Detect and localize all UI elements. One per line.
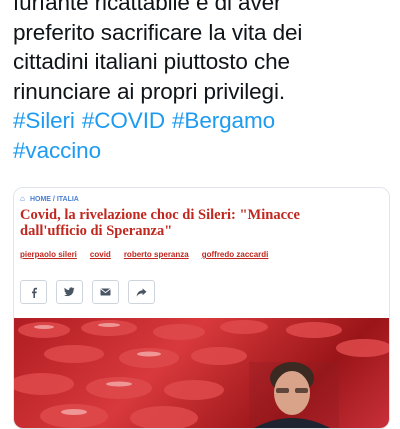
hashtag-link[interactable]: #COVID (82, 108, 165, 133)
person-photo (249, 362, 339, 428)
share-button[interactable] (128, 280, 155, 304)
tweet-text: furfante ricattabile e di aver preferito… (13, 0, 393, 165)
home-icon: ⌂ (20, 194, 25, 203)
article-tag-link[interactable]: goffredo zaccardi (202, 250, 269, 259)
share-buttons (20, 280, 155, 304)
hashtag-row: #vaccino (13, 136, 393, 166)
hashtag-link[interactable]: #vaccino (13, 138, 101, 163)
hashtag-row: #Sileri #COVID #Bergamo (13, 106, 393, 136)
facebook-share-button[interactable] (20, 280, 47, 304)
hashtag-link[interactable]: #Sileri (13, 108, 75, 133)
tweet-line: rinunciare ai propri privilegi. (13, 78, 286, 104)
article-tag-link[interactable]: pierpaolo sileri (20, 250, 77, 259)
breadcrumb-separator: / (52, 196, 55, 203)
share-arrow-icon (136, 287, 147, 297)
article-tag-link[interactable]: covid (90, 250, 111, 259)
breadcrumb: ⌂ HOME / ITALIA (20, 194, 79, 203)
twitter-share-button[interactable] (56, 280, 83, 304)
breadcrumb-section[interactable]: ITALIA (57, 196, 79, 203)
photo-illustration (14, 320, 389, 428)
tweet-line: cittadini italiani piuttosto che (13, 49, 290, 74)
article-tags: pierpaolo sileri covid roberto speranza gof… (20, 250, 281, 259)
headline-line: Covid, la rivelazione choc di Sileri: "M… (20, 207, 300, 223)
twitter-icon (64, 287, 75, 297)
hashtag-link[interactable]: #Bergamo (172, 108, 275, 133)
tweet-line: preferito sacrificare la vita dei (13, 19, 303, 45)
article-tag-link[interactable]: roberto speranza (124, 250, 189, 259)
facebook-icon (31, 287, 37, 298)
email-icon (100, 288, 111, 296)
email-share-button[interactable] (92, 280, 119, 304)
headline-line: dall'ufficio di Speranza" (20, 222, 173, 239)
article-headline[interactable]: Covid, la rivelazione choc di Sileri: "M… (20, 207, 380, 239)
tweet-line: furfante ricattabile e di aver (13, 0, 282, 15)
article-photo[interactable] (14, 318, 389, 428)
link-preview-card[interactable]: ⌂ HOME / ITALIA Covid, la rivelazione ch… (13, 187, 390, 429)
breadcrumb-home[interactable]: HOME (30, 196, 51, 203)
